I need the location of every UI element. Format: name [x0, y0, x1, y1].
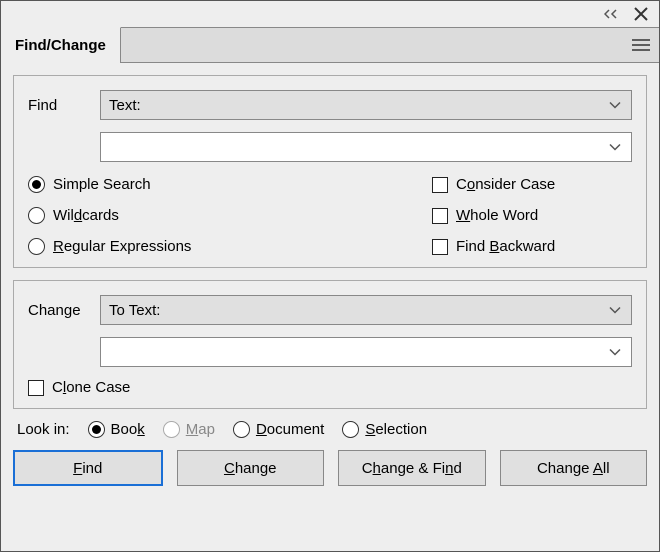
close-icon[interactable] [631, 4, 651, 24]
look-in-row: Look in: Book Map Document Selection [17, 421, 647, 438]
radio-icon [28, 176, 45, 193]
radio-icon [88, 421, 105, 438]
change-group: Change To Text: Clone Case [13, 280, 647, 409]
radio-icon [233, 421, 250, 438]
radio-icon [28, 207, 45, 224]
tab-find-change[interactable]: Find/Change [1, 27, 121, 62]
checkbox-icon [432, 208, 448, 224]
find-label: Find [28, 97, 100, 114]
radio-look-selection[interactable]: Selection [342, 421, 427, 438]
tab-label: Find/Change [15, 37, 106, 54]
find-group: Find Text: [13, 75, 647, 268]
window-header [1, 1, 659, 28]
chevron-down-icon [609, 302, 621, 319]
radio-look-book[interactable]: Book [88, 421, 145, 438]
tab-bar: Find/Change [1, 28, 659, 63]
button-row: Find Change Change & Find Change All [13, 450, 647, 486]
change-type-select[interactable]: To Text: [100, 295, 632, 325]
change-label: Change [28, 302, 100, 319]
collapse-icon[interactable] [603, 7, 623, 21]
change-and-find-button[interactable]: Change & Find [338, 450, 486, 486]
find-text-input[interactable] [100, 132, 632, 162]
radio-icon [28, 238, 45, 255]
radio-icon [342, 421, 359, 438]
checkbox-icon [432, 239, 448, 255]
check-find-backward[interactable]: Find Backward [432, 238, 632, 255]
chevron-down-icon [609, 97, 621, 114]
dialog-content: Find Text: [1, 63, 659, 498]
chevron-down-icon [609, 139, 621, 156]
checkbox-icon [432, 177, 448, 193]
check-whole-word[interactable]: Whole Word [432, 207, 632, 224]
radio-look-map: Map [163, 421, 215, 438]
find-change-dialog: Find/Change Find Text: [0, 0, 660, 552]
checkbox-icon [28, 380, 44, 396]
change-button[interactable]: Change [177, 450, 325, 486]
check-consider-case[interactable]: Consider Case [432, 176, 632, 193]
check-clone-case[interactable]: Clone Case [28, 379, 632, 396]
panel-menu-icon[interactable] [623, 28, 659, 62]
radio-look-document[interactable]: Document [233, 421, 324, 438]
find-type-value: Text: [109, 97, 141, 114]
find-button[interactable]: Find [13, 450, 163, 486]
chevron-down-icon [609, 344, 621, 361]
radio-simple-search[interactable]: Simple Search [28, 176, 432, 193]
radio-regular-expressions[interactable]: Regular Expressions [28, 238, 432, 255]
radio-wildcards[interactable]: Wildcards [28, 207, 432, 224]
find-type-select[interactable]: Text: [100, 90, 632, 120]
change-type-value: To Text: [109, 302, 160, 319]
look-in-label: Look in: [17, 421, 70, 438]
radio-icon [163, 421, 180, 438]
change-text-input[interactable] [100, 337, 632, 367]
change-all-button[interactable]: Change All [500, 450, 648, 486]
